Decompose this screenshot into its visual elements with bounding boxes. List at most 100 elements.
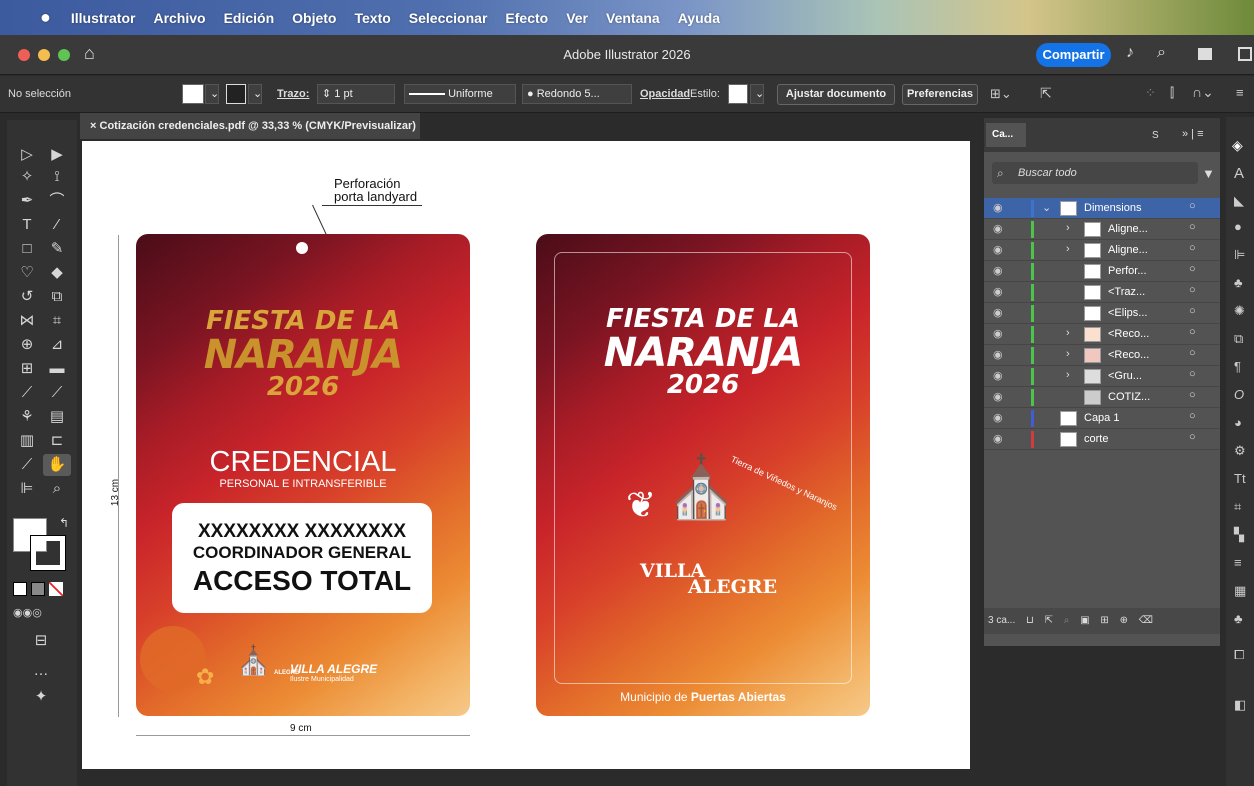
free-transform-icon[interactable]: ⌗ xyxy=(43,310,71,332)
menu-archivo[interactable]: Archivo xyxy=(153,10,205,26)
layer-row-corte[interactable]: ◉ corte ○ xyxy=(984,429,1220,450)
panel-toggle-icon[interactable] xyxy=(1238,47,1252,61)
layers-search-input[interactable]: Buscar todo xyxy=(992,162,1198,184)
symbol-sprayer-icon[interactable]: ⚘ xyxy=(13,406,41,428)
stroke-color-icon[interactable] xyxy=(30,535,66,571)
apple-menu-icon[interactable]: ● xyxy=(40,7,51,28)
target-circle-icon[interactable]: ○ xyxy=(1189,368,1196,380)
opacity-label[interactable]: Opacidad xyxy=(640,88,690,100)
align-panel-icon[interactable]: ⊫ xyxy=(1234,247,1245,263)
visibility-eye-icon[interactable]: ◉ xyxy=(993,327,1003,340)
fill-swatch[interactable] xyxy=(182,84,204,104)
visibility-eye-icon[interactable]: ◉ xyxy=(993,348,1003,361)
zoom-tool-icon[interactable]: ⌕ xyxy=(43,478,71,500)
type-panel-icon[interactable]: Tt xyxy=(1234,471,1246,486)
assets-icon[interactable]: ▚ xyxy=(1234,527,1244,543)
layer-row[interactable]: ◉ Perfor... ○ xyxy=(984,261,1220,282)
style-swatch[interactable] xyxy=(728,84,748,104)
magic-wand-icon[interactable]: ✧ xyxy=(13,166,41,188)
stroke-swatch[interactable] xyxy=(226,84,246,104)
stroke-dropdown-icon[interactable]: ⌄ xyxy=(248,84,262,104)
eraser-tool-icon[interactable]: ◆ xyxy=(43,262,71,284)
document-setup-button[interactable]: Ajustar documento xyxy=(777,84,895,105)
none-mode-icon[interactable] xyxy=(49,582,63,596)
scale-tool-icon[interactable]: ⧉ xyxy=(43,286,71,308)
target-circle-icon[interactable]: ○ xyxy=(1189,221,1196,233)
visibility-eye-icon[interactable]: ◉ xyxy=(993,432,1003,445)
layer-row-dimensions[interactable]: ◉ ⌄ Dimensions ○ xyxy=(984,198,1220,219)
back-credential[interactable]: FIESTA DE LA NARANJA 2026 ⛪ ❦ Tierra de … xyxy=(536,234,870,716)
variable-width-profile[interactable]: Uniforme xyxy=(404,84,516,104)
layer-row[interactable]: ◉ <Elips... ○ xyxy=(984,303,1220,324)
perspective-grid-icon[interactable]: ⊿ xyxy=(43,334,71,356)
character-icon[interactable]: A xyxy=(1234,165,1244,182)
notifications-icon[interactable]: ♪ xyxy=(1126,44,1134,62)
opentype-icon[interactable]: O xyxy=(1234,387,1244,402)
target-circle-icon[interactable]: ○ xyxy=(1189,410,1196,422)
target-circle-icon[interactable]: ○ xyxy=(1189,263,1196,275)
shape-icon[interactable]: ∩⌄ xyxy=(1192,84,1214,101)
gradient-mode-icon[interactable] xyxy=(31,582,45,596)
document-tab[interactable]: × Cotización credenciales.pdf @ 33,33 % … xyxy=(80,113,420,139)
menu-texto[interactable]: Texto xyxy=(354,10,390,26)
stroke-weight-input[interactable]: ⇕ 1 pt xyxy=(317,84,395,104)
menu-edicion[interactable]: Edición xyxy=(224,10,275,26)
delete-layer-icon[interactable]: ⌫ xyxy=(1139,615,1153,626)
layer-row-capa1[interactable]: ◉ Capa 1 ○ xyxy=(984,408,1220,429)
menu-seleccionar[interactable]: Seleccionar xyxy=(409,10,488,26)
transparency-icon[interactable]: ◧ xyxy=(1234,697,1246,713)
column-graph-icon[interactable]: ▤ xyxy=(43,406,71,428)
draw-modes-icon[interactable]: ◉◉◎ xyxy=(13,602,42,624)
workspace-icon[interactable] xyxy=(1198,48,1212,60)
share-button[interactable]: Compartir xyxy=(1036,43,1111,67)
new-layer-icon[interactable]: ⊞ xyxy=(1100,615,1108,626)
layer-row[interactable]: ◉ <Traz... ○ xyxy=(984,282,1220,303)
menu-ventana[interactable]: Ventana xyxy=(606,10,660,26)
target-circle-icon[interactable]: ○ xyxy=(1189,389,1196,401)
hand-tool-icon[interactable]: ✋ xyxy=(43,454,71,476)
arrange-icon[interactable]: ⊞⌄ xyxy=(990,86,1012,102)
visibility-eye-icon[interactable]: ◉ xyxy=(993,264,1003,277)
direct-selection-tool-icon[interactable]: ▶ xyxy=(43,144,71,166)
front-credential[interactable]: FIESTA DE LA NARANJA 2026 CREDENCIAL PER… xyxy=(136,234,470,716)
layer-row[interactable]: ◉ › <Reco... ○ xyxy=(984,345,1220,366)
style-dropdown-icon[interactable]: ⌄ xyxy=(750,84,764,104)
target-circle-icon[interactable]: ○ xyxy=(1189,200,1196,212)
layer-row[interactable]: ◉ › Aligne... ○ xyxy=(984,240,1220,261)
visibility-eye-icon[interactable]: ◉ xyxy=(993,369,1003,382)
target-circle-icon[interactable]: ○ xyxy=(1189,326,1196,338)
add-layer-icon[interactable]: ⊕ xyxy=(1120,615,1128,626)
expand-chevron-icon[interactable]: › xyxy=(1066,348,1070,360)
target-circle-icon[interactable]: ○ xyxy=(1189,431,1196,443)
layer-row[interactable]: ◉ › <Reco... ○ xyxy=(984,324,1220,345)
filter-icon[interactable]: ▼ xyxy=(1202,166,1215,181)
swatches-tab[interactable]: S xyxy=(1152,130,1159,141)
gradient-tool-icon[interactable]: ▬ xyxy=(43,358,71,380)
expand-chevron-icon[interactable]: › xyxy=(1066,222,1070,234)
bar-graph-icon[interactable]: ▥ xyxy=(13,430,41,452)
pin-icon[interactable]: ✦ xyxy=(27,686,55,708)
properties-icon[interactable]: ≡ xyxy=(1234,555,1242,570)
graphic-styles-icon[interactable]: ⚙ xyxy=(1234,443,1246,459)
transform-icon[interactable]: ⧉ xyxy=(1234,331,1243,347)
layer-row[interactable]: ◉ › Aligne... ○ xyxy=(984,219,1220,240)
stroke-label[interactable]: Trazo: xyxy=(277,88,309,100)
visibility-eye-icon[interactable]: ◉ xyxy=(993,390,1003,403)
visibility-eye-icon[interactable]: ◉ xyxy=(993,285,1003,298)
width-tool-icon[interactable]: ⋈ xyxy=(13,310,41,332)
collect-export-icon[interactable]: ⊔ xyxy=(1026,615,1034,626)
brush-definition[interactable]: ● Redondo 5... xyxy=(522,84,632,104)
menu-ver[interactable]: Ver xyxy=(566,10,588,26)
menu-icon[interactable]: ≡ xyxy=(1236,85,1244,100)
layer-row[interactable]: ◉ COTIZ... ○ xyxy=(984,387,1220,408)
menu-app[interactable]: Illustrator xyxy=(71,10,136,26)
layer-row[interactable]: ◉ › <Gru... ○ xyxy=(984,366,1220,387)
measure-tool-icon[interactable]: ⟋ xyxy=(43,382,71,404)
eyedropper-icon[interactable]: ⟋ xyxy=(13,382,41,404)
gradient-panel-icon[interactable]: ◣ xyxy=(1234,193,1244,209)
artboards-icon[interactable]: ⌗ xyxy=(1234,499,1241,515)
artboard-tool-icon[interactable]: ⊏ xyxy=(43,430,71,452)
pathfinder-icon[interactable]: ⧠ xyxy=(1234,647,1244,663)
rectangle-tool-icon[interactable]: □ xyxy=(13,238,41,260)
paragraph-icon[interactable]: ¶ xyxy=(1234,359,1241,374)
